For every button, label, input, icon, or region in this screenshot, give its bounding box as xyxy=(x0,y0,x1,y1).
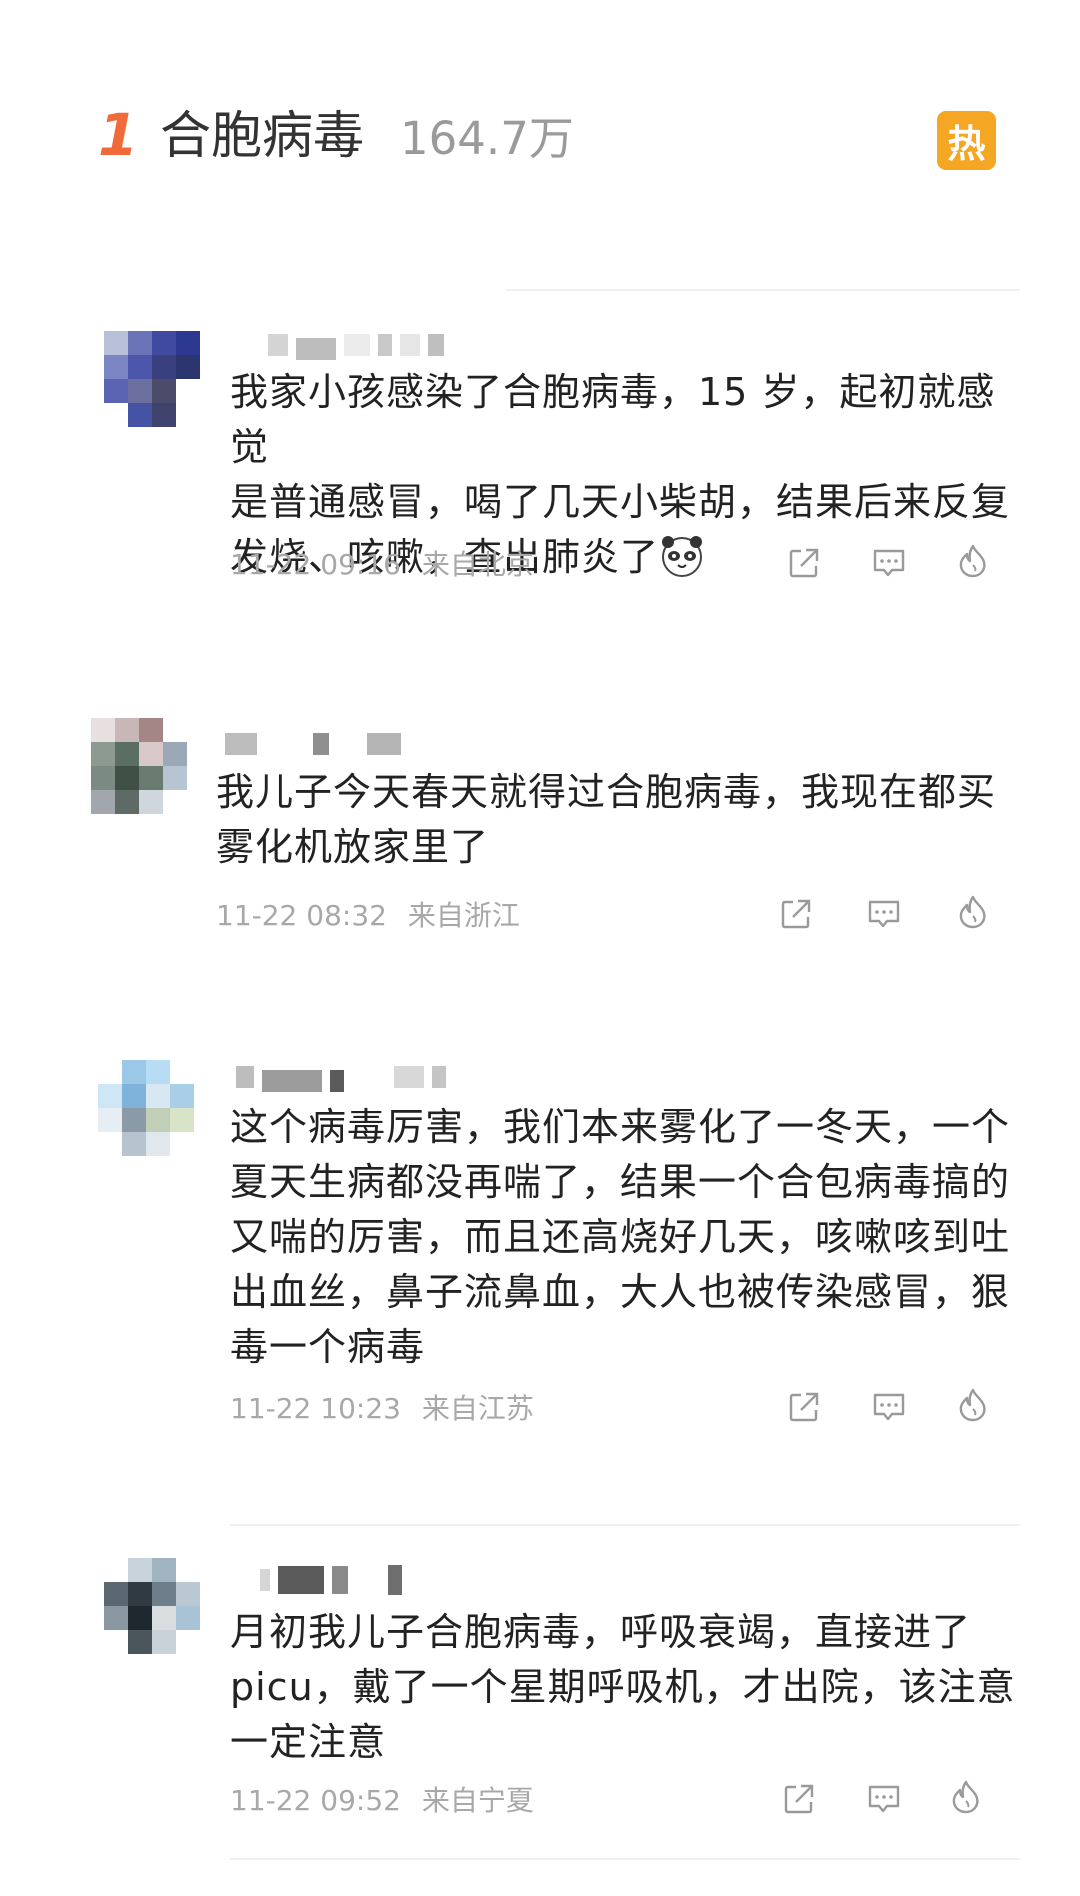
like-flame-icon[interactable] xyxy=(948,1779,984,1815)
username-blurred[interactable] xyxy=(268,332,444,360)
rank-number: 1 xyxy=(98,101,139,169)
comment-icon[interactable] xyxy=(871,545,907,581)
share-icon[interactable] xyxy=(781,1781,817,1817)
avatar[interactable] xyxy=(98,1060,194,1156)
comment-location: 来自浙江 xyxy=(407,899,520,932)
username-blurred[interactable] xyxy=(236,1064,446,1092)
divider xyxy=(230,1524,1020,1526)
hot-badge: 热 xyxy=(937,111,996,170)
comment-text: 这个病毒厉害，我们本来雾化了一冬天，一个 夏天生病都没再喘了，结果一个合包病毒搞… xyxy=(230,1105,1011,1369)
comment-icon[interactable] xyxy=(866,896,902,932)
comment-time: 11-22 09:52 xyxy=(230,1784,401,1817)
share-icon[interactable] xyxy=(778,896,814,932)
comment-text: 月初我儿子合胞病毒，呼吸衰竭，直接进了 picu，戴了一个星期呼吸机，才出院，该… xyxy=(230,1610,1016,1764)
comment-location: 来自江苏 xyxy=(421,1392,534,1425)
username-blurred[interactable] xyxy=(225,731,401,757)
comment-time: 11-22 09:16 xyxy=(230,548,401,581)
like-flame-icon[interactable] xyxy=(955,894,991,930)
panda-emoji-icon xyxy=(659,532,705,578)
comment-meta: 11-22 09:52 来自宁夏 xyxy=(230,1783,534,1819)
like-flame-icon[interactable] xyxy=(955,1387,991,1423)
avatar[interactable] xyxy=(104,331,200,427)
comment-icon[interactable] xyxy=(866,1781,902,1817)
comment-location: 来自北京 xyxy=(421,548,534,581)
comment-meta: 11-22 08:32 来自浙江 xyxy=(216,898,520,934)
topic-title[interactable]: 合胞病毒 xyxy=(160,102,364,172)
share-icon[interactable] xyxy=(786,1389,822,1425)
share-icon[interactable] xyxy=(786,545,822,581)
comment-location: 来自宁夏 xyxy=(421,1784,534,1817)
like-flame-icon[interactable] xyxy=(955,543,991,579)
comment-icon[interactable] xyxy=(871,1389,907,1425)
comment-time: 11-22 10:23 xyxy=(230,1392,401,1425)
comment-meta: 11-22 09:16 来自北京 xyxy=(230,547,534,583)
comment-text: 我儿子今天春天就得过合胞病毒，我现在都买 雾化机放家里了 xyxy=(216,770,997,869)
topic-heat-count: 164.7万 xyxy=(400,112,574,165)
divider xyxy=(506,289,1020,291)
username-blurred[interactable] xyxy=(260,1563,402,1597)
comment-meta: 11-22 10:23 来自江苏 xyxy=(230,1391,534,1427)
avatar[interactable] xyxy=(104,1558,200,1654)
avatar[interactable] xyxy=(91,718,187,814)
comment-time: 11-22 08:32 xyxy=(216,899,387,932)
divider xyxy=(230,1858,1020,1860)
